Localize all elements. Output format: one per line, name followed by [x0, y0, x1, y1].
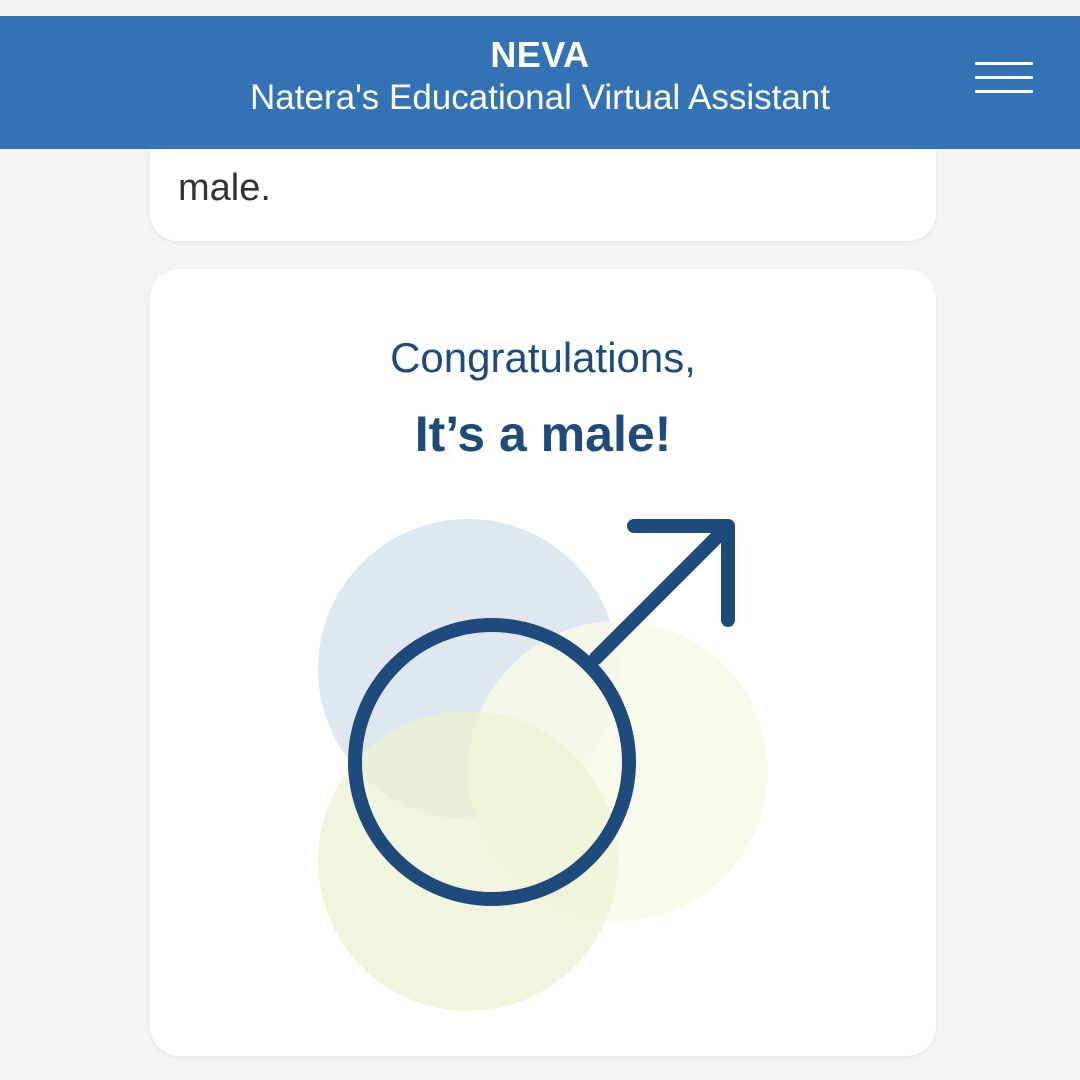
congratulations-text: Congratulations, [390, 334, 696, 381]
yellow-circle [318, 711, 618, 1011]
app-title: NEVA [490, 34, 590, 75]
male-symbol-illustration [318, 519, 768, 1011]
app-subtitle: Natera's Educational Virtual Assistant [250, 78, 830, 117]
status-strip [0, 0, 1080, 16]
app-header: NEVA Natera's Educational Virtual Assist… [0, 16, 1080, 149]
menu-bar [975, 62, 1033, 65]
hamburger-menu-icon[interactable] [966, 54, 1042, 100]
menu-bar [975, 76, 1033, 79]
result-headline: It’s a male! [414, 406, 672, 462]
chat-message-text: male. [178, 167, 271, 209]
menu-bar [975, 90, 1033, 93]
result-card: Congratulations, It’s a male! [150, 269, 936, 1056]
